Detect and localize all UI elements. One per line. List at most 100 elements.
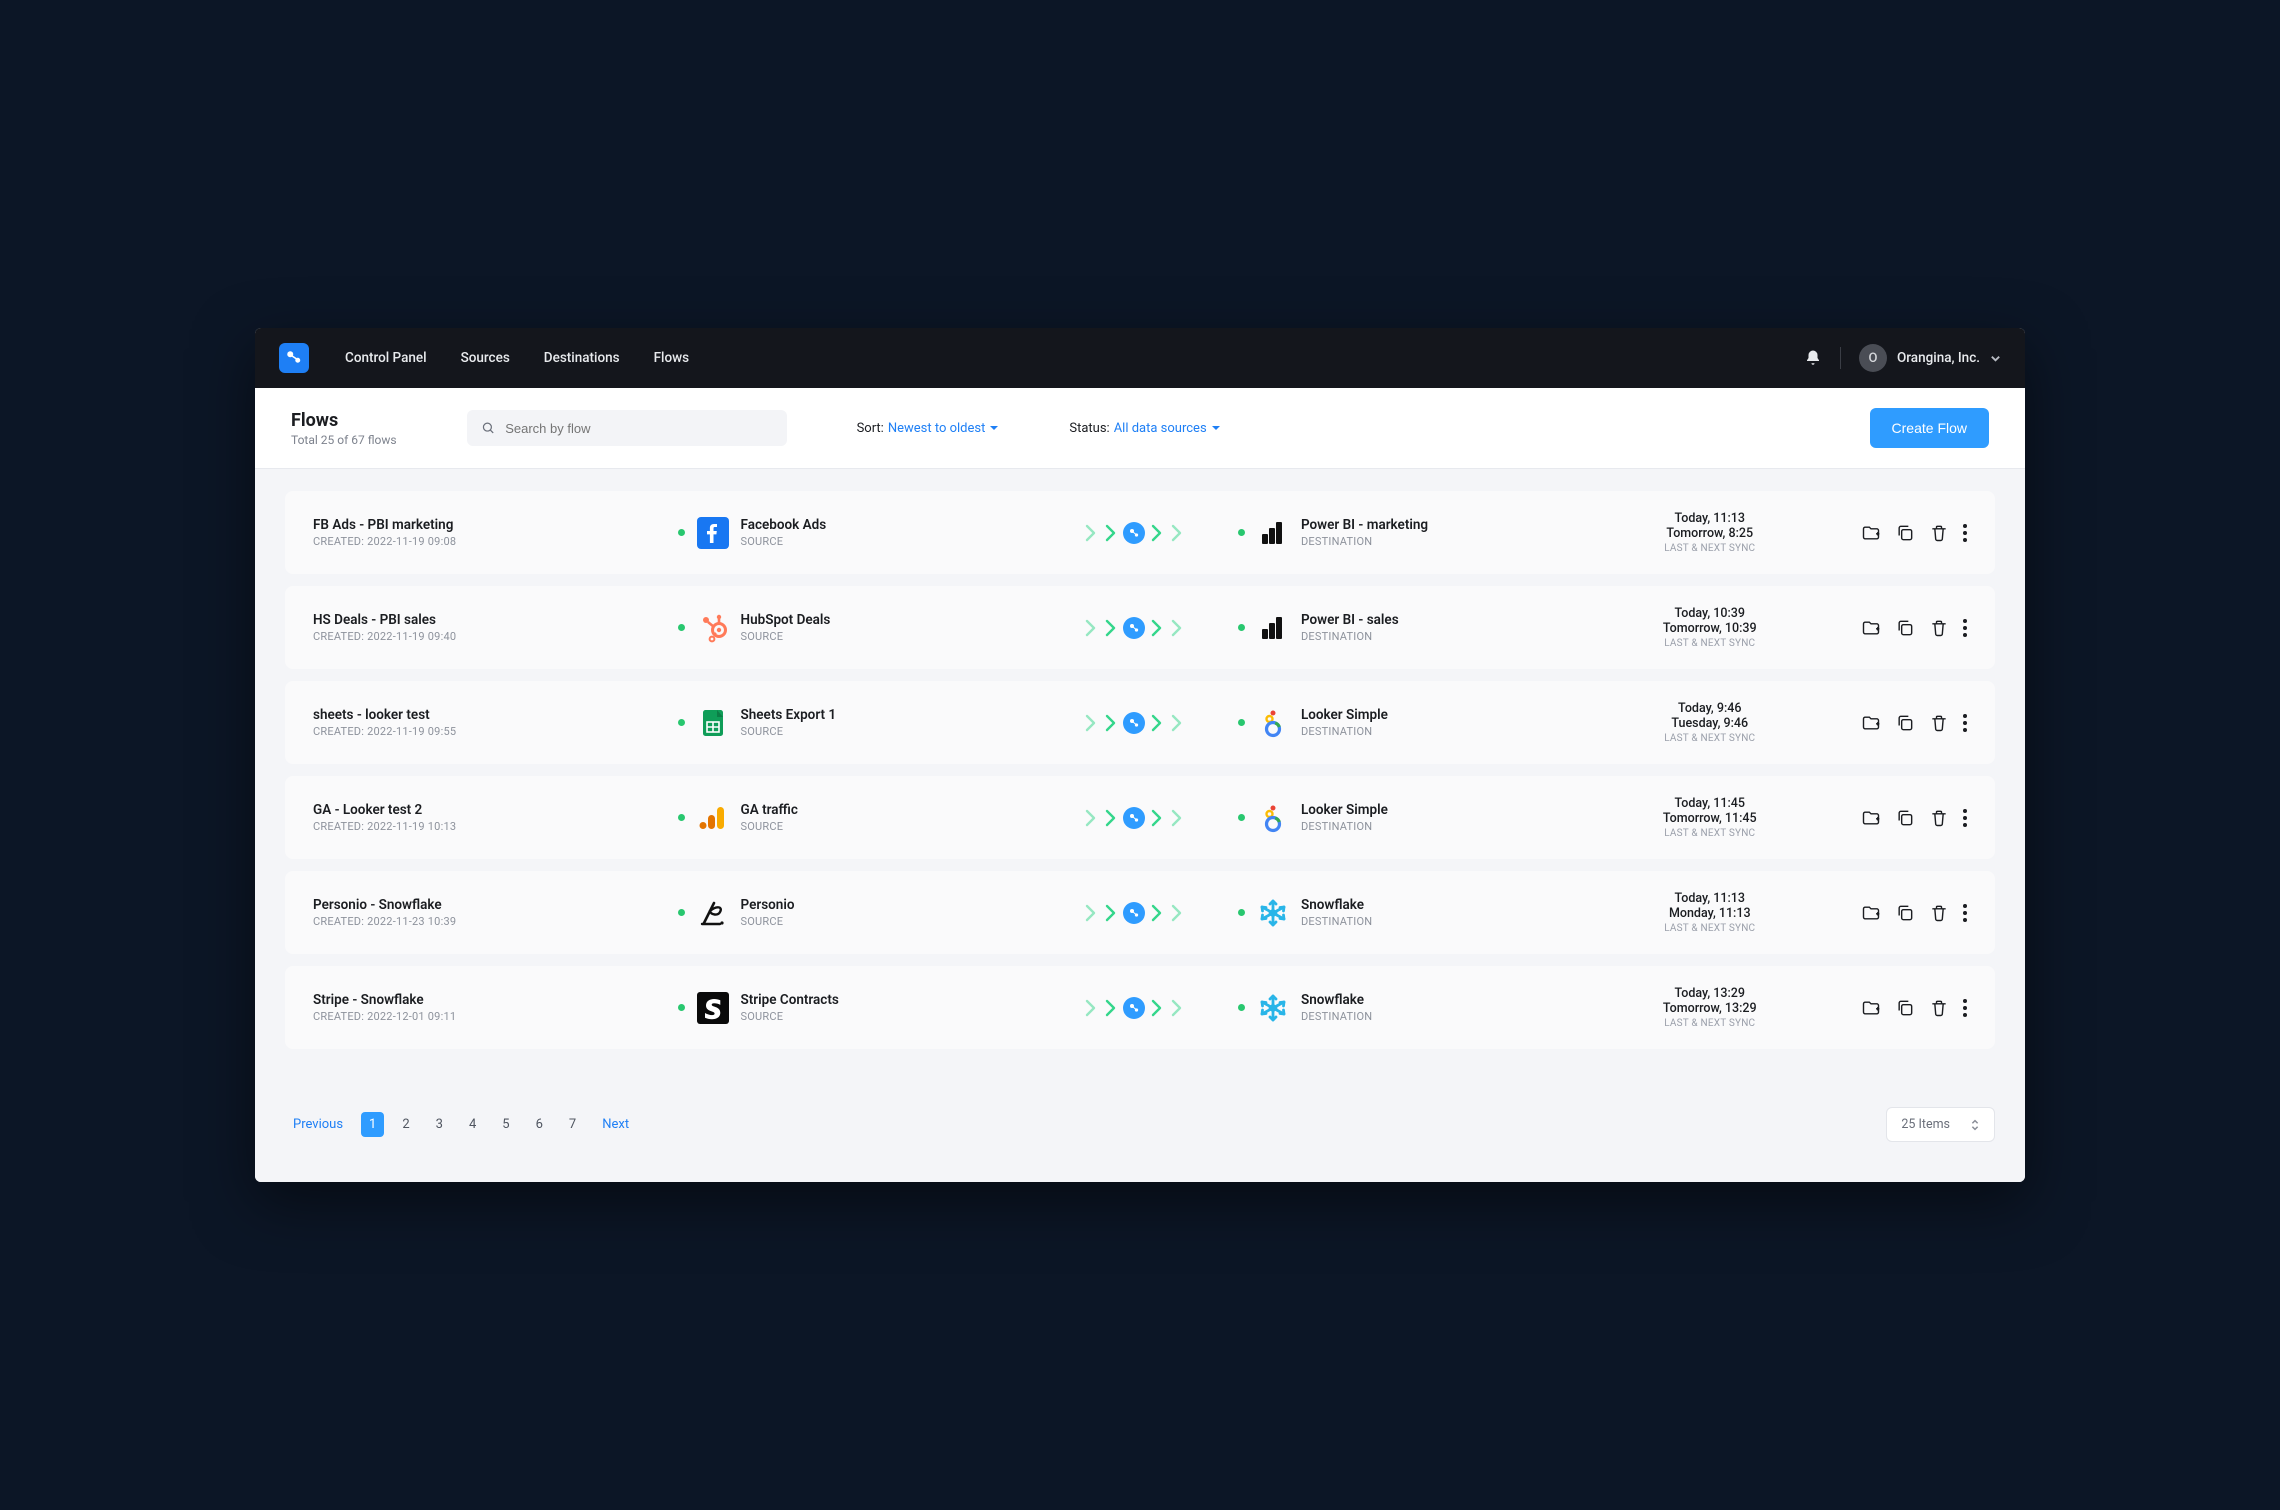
flow-row[interactable]: sheets - looker test CREATED: 2022-11-19…: [285, 681, 1995, 764]
pager-page-2[interactable]: 2: [394, 1112, 417, 1137]
sync-label: LAST & NEXT SYNC: [1602, 1018, 1817, 1029]
pager-page-3[interactable]: 3: [428, 1112, 451, 1137]
pager-page-5[interactable]: 5: [494, 1112, 517, 1137]
flow-name-cell: GA - Looker test 2 CREATED: 2022-11-19 1…: [313, 802, 666, 833]
copy-icon[interactable]: [1895, 903, 1915, 923]
sync-label: LAST & NEXT SYNC: [1602, 638, 1817, 649]
flow-bubble-icon: [1123, 522, 1145, 544]
row-actions: [1829, 618, 1967, 638]
destination-name: Snowflake: [1301, 897, 1372, 913]
flow-row[interactable]: HS Deals - PBI sales CREATED: 2022-11-19…: [285, 586, 1995, 669]
source-name: Facebook Ads: [741, 517, 827, 533]
trash-icon[interactable]: [1929, 618, 1949, 638]
source-status-dot: [678, 529, 685, 536]
account-selector[interactable]: O Orangina, Inc.: [1859, 344, 2001, 372]
sync-label: LAST & NEXT SYNC: [1602, 733, 1817, 744]
divider: [1840, 347, 1841, 369]
pager-next[interactable]: Next: [594, 1112, 637, 1137]
destination-status-dot: [1238, 1004, 1245, 1011]
flow-created: CREATED: 2022-11-19 09:40: [313, 630, 666, 643]
folder-plus-icon[interactable]: [1861, 998, 1881, 1018]
row-actions: [1829, 808, 1967, 828]
destination-label: DESTINATION: [1301, 725, 1388, 738]
next-sync: Tomorrow, 8:25: [1602, 526, 1817, 541]
per-page-selector[interactable]: 25 Items: [1886, 1107, 1995, 1142]
app-window: Control Panel Sources Destinations Flows…: [255, 328, 2025, 1182]
pager-page-6[interactable]: 6: [528, 1112, 551, 1137]
folder-plus-icon[interactable]: [1861, 713, 1881, 733]
powerbi-icon: [1257, 612, 1289, 644]
trash-icon[interactable]: [1929, 808, 1949, 828]
nav-flows[interactable]: Flows: [654, 350, 690, 366]
flows-list: FB Ads - PBI marketing CREATED: 2022-11-…: [255, 469, 2025, 1083]
copy-icon[interactable]: [1895, 808, 1915, 828]
next-sync: Monday, 11:13: [1602, 906, 1817, 921]
sheets-icon: [697, 707, 729, 739]
folder-plus-icon[interactable]: [1861, 523, 1881, 543]
caret-down-icon: [1211, 423, 1221, 433]
kebab-menu[interactable]: [1963, 904, 1967, 922]
pager-page-1[interactable]: 1: [361, 1112, 384, 1137]
source-label: SOURCE: [741, 915, 795, 928]
folder-plus-icon[interactable]: [1861, 808, 1881, 828]
copy-icon[interactable]: [1895, 713, 1915, 733]
flow-row[interactable]: Stripe - Snowflake CREATED: 2022-12-01 0…: [285, 966, 1995, 1049]
status-filter[interactable]: Status: All data sources: [1069, 421, 1220, 436]
hubspot-icon: [697, 612, 729, 644]
trash-icon[interactable]: [1929, 903, 1949, 923]
kebab-menu[interactable]: [1963, 524, 1967, 542]
next-sync: Tuesday, 9:46: [1602, 716, 1817, 731]
nav-destinations[interactable]: Destinations: [544, 350, 620, 366]
app-logo[interactable]: [279, 343, 309, 373]
sync-label: LAST & NEXT SYNC: [1602, 543, 1817, 554]
source-cell: HubSpot Deals SOURCE: [678, 612, 1031, 644]
flow-name: GA - Looker test 2: [313, 802, 666, 818]
flow-arrow: [1042, 712, 1226, 734]
kebab-menu[interactable]: [1963, 619, 1967, 637]
trash-icon[interactable]: [1929, 998, 1949, 1018]
kebab-menu[interactable]: [1963, 714, 1967, 732]
folder-plus-icon[interactable]: [1861, 903, 1881, 923]
search-input[interactable]: [505, 421, 772, 436]
search-box[interactable]: [467, 410, 787, 446]
flow-row[interactable]: FB Ads - PBI marketing CREATED: 2022-11-…: [285, 491, 1995, 574]
source-status-dot: [678, 814, 685, 821]
trash-icon[interactable]: [1929, 523, 1949, 543]
next-sync: Tomorrow, 10:39: [1602, 621, 1817, 636]
copy-icon[interactable]: [1895, 523, 1915, 543]
kebab-menu[interactable]: [1963, 999, 1967, 1017]
looker-icon: [1257, 707, 1289, 739]
folder-plus-icon[interactable]: [1861, 618, 1881, 638]
nav-control-panel[interactable]: Control Panel: [345, 350, 427, 366]
copy-icon[interactable]: [1895, 618, 1915, 638]
flow-name: sheets - looker test: [313, 707, 666, 723]
destination-label: DESTINATION: [1301, 535, 1428, 548]
create-flow-button[interactable]: Create Flow: [1870, 408, 1989, 448]
trash-icon[interactable]: [1929, 713, 1949, 733]
bell-icon[interactable]: [1804, 349, 1822, 367]
flow-name-cell: HS Deals - PBI sales CREATED: 2022-11-19…: [313, 612, 666, 643]
last-sync: Today, 11:45: [1602, 796, 1817, 811]
pager-page-7[interactable]: 7: [561, 1112, 584, 1137]
row-actions: [1829, 998, 1967, 1018]
search-icon: [481, 420, 496, 436]
nav-sources[interactable]: Sources: [461, 350, 510, 366]
sort-arrows-icon: [1970, 1118, 1980, 1132]
row-actions: [1829, 903, 1967, 923]
sort-filter[interactable]: Sort: Newest to oldest: [857, 421, 1000, 436]
copy-icon[interactable]: [1895, 998, 1915, 1018]
sort-label: Sort:: [857, 421, 884, 436]
pager-prev[interactable]: Previous: [285, 1112, 351, 1137]
flow-arrow: [1042, 902, 1226, 924]
source-label: SOURCE: [741, 725, 837, 738]
page-title: Flows: [291, 410, 397, 431]
last-sync: Today, 9:46: [1602, 701, 1817, 716]
footer: Previous 1234567 Next 25 Items: [255, 1083, 2025, 1182]
flow-row[interactable]: Personio - Snowflake CREATED: 2022-11-23…: [285, 871, 1995, 954]
flow-row[interactable]: GA - Looker test 2 CREATED: 2022-11-19 1…: [285, 776, 1995, 859]
flow-bubble-icon: [1123, 997, 1145, 1019]
kebab-menu[interactable]: [1963, 809, 1967, 827]
flow-created: CREATED: 2022-11-23 10:39: [313, 915, 666, 928]
pager-page-4[interactable]: 4: [461, 1112, 484, 1137]
flow-arrow: [1042, 522, 1226, 544]
